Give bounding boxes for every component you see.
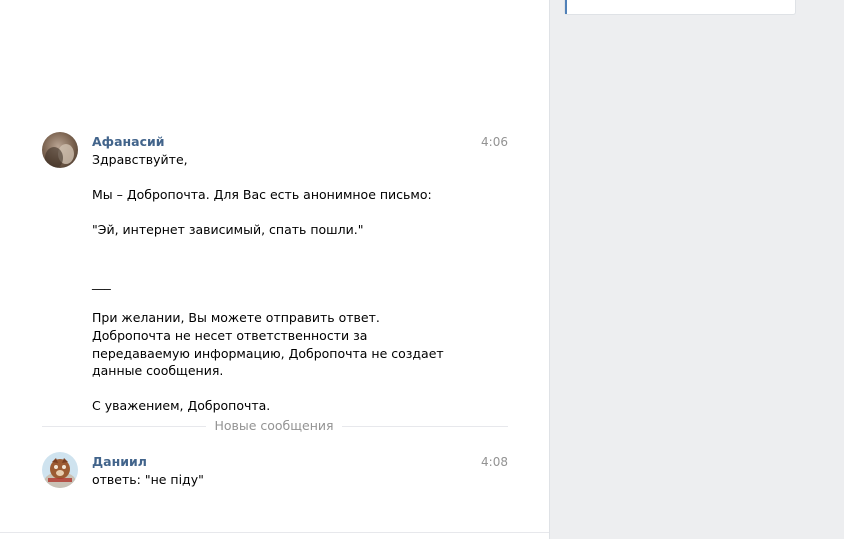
message-line: С уважением, Добропочта. (92, 398, 271, 414)
message-line: ___ (92, 275, 111, 291)
message-author-link[interactable]: Афанасий (92, 134, 165, 149)
message-line (92, 380, 492, 398)
user-avatar-icon (42, 132, 78, 168)
chat-history-panel: Афанасий 4:06 Здравствуйте, Мы – Добропо… (0, 0, 550, 539)
avatar[interactable] (42, 132, 78, 168)
message-line: Добропочта не несет ответственности за (92, 327, 368, 343)
message-text: Здравствуйте, Мы – Добропочта. Для Вас е… (92, 151, 492, 415)
message-text: ответь: "не піду" (92, 471, 492, 489)
divider-line (42, 426, 206, 427)
new-messages-divider: Новые сообщения (42, 418, 508, 434)
message-line: Мы – Добропочта. Для Вас есть анонимное … (92, 187, 432, 203)
message-line: Здравствуйте, (92, 152, 188, 167)
message-line: ответь: "не піду" (92, 472, 204, 487)
message-author-link[interactable]: Даниил (92, 454, 147, 469)
message-line: "Эй, интернет зависимый, спать пошли." (92, 222, 364, 238)
message-timestamp[interactable]: 4:08 (481, 455, 508, 469)
message-line (92, 204, 492, 222)
message-line (92, 292, 492, 310)
input-area-divider (0, 532, 549, 533)
active-accent-bar (565, 0, 567, 14)
messenger-window: Афанасий 4:06 Здравствуйте, Мы – Добропо… (0, 0, 844, 539)
new-messages-label: Новые сообщения (214, 418, 334, 433)
message-line: передаваемую информацию, Добропочта не с… (92, 345, 444, 361)
message-line: данные сообщения. (92, 363, 224, 379)
avatar[interactable] (42, 452, 78, 488)
user-avatar-icon (42, 452, 78, 488)
message-line (92, 257, 492, 275)
message-timestamp[interactable]: 4:06 (481, 135, 508, 149)
message-line (92, 169, 492, 187)
message-line: При желании, Вы можете отправить ответ. (92, 310, 380, 326)
divider-line (342, 426, 508, 427)
message-line (92, 239, 492, 257)
right-sidebar-card[interactable] (564, 0, 796, 15)
